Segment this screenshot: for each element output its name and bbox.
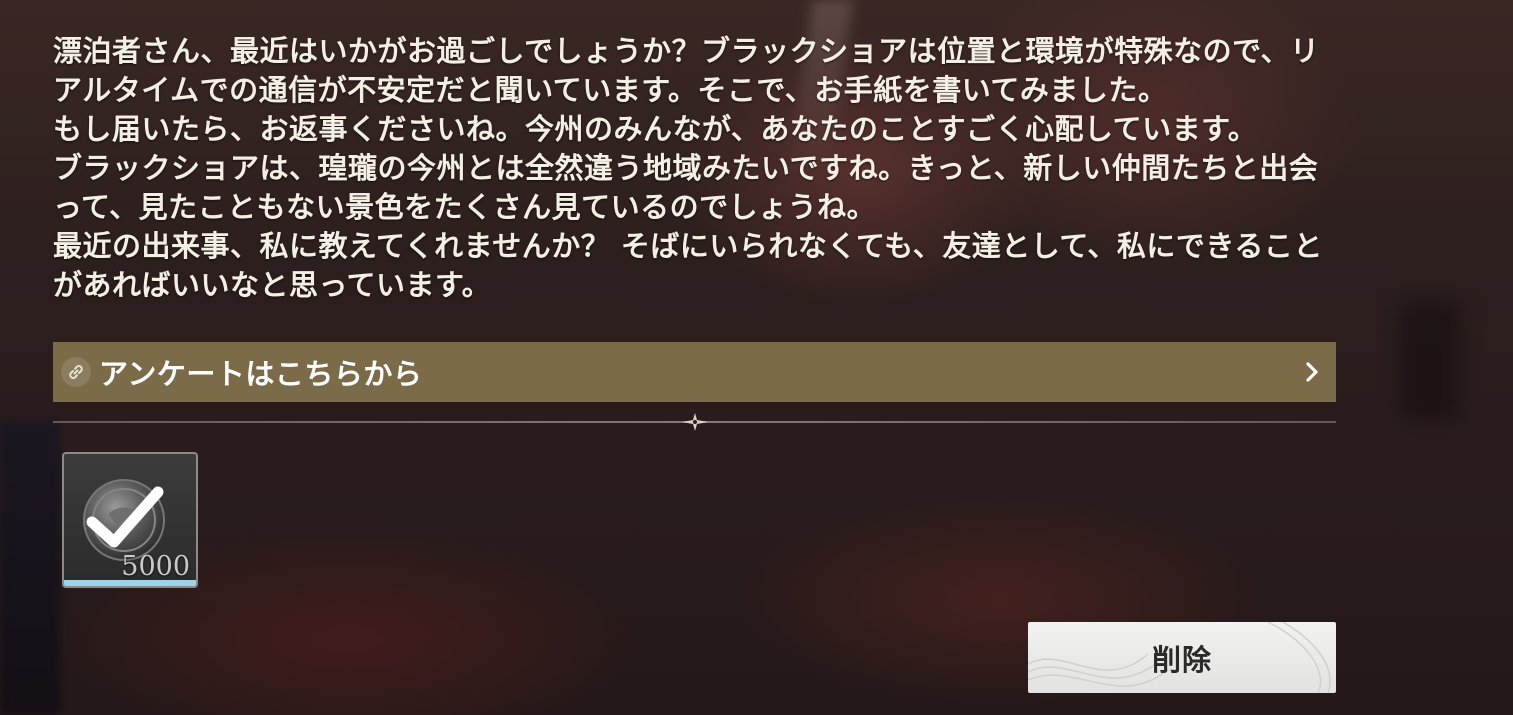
delete-button-label: 削除 bbox=[1151, 642, 1212, 677]
link-icon bbox=[61, 357, 91, 387]
reward-rarity-bar bbox=[64, 580, 196, 586]
background-character-silhouette bbox=[0, 420, 60, 715]
background-pillar bbox=[1400, 300, 1460, 420]
survey-link-button[interactable]: アンケートはこちらから bbox=[53, 342, 1336, 402]
reward-item-card[interactable]: 5000 bbox=[62, 452, 198, 588]
letter-paragraph-3: ブラックショアは、瑝瓏の今州とは全然違う地域みたいですね。きっと、新しい仲間たち… bbox=[53, 151, 1319, 224]
letter-paragraph-4: 最近の出来事、私に教えてくれませんか？ そばにいられなくても、友達として、私にで… bbox=[53, 229, 1323, 302]
letter-paragraph-1: 漂泊者さん、最近はいかがお過ごしでしょうか？ブラックショアは位置と環境が特殊なの… bbox=[53, 34, 1320, 107]
reward-quantity: 5000 bbox=[121, 551, 190, 582]
survey-link-label: アンケートはこちらから bbox=[99, 357, 423, 391]
letter-body: 漂泊者さん、最近はいかがお過ごしでしょうか？ブラックショアは位置と環境が特殊なの… bbox=[53, 32, 1343, 305]
mail-detail-screen: 漂泊者さん、最近はいかがお過ごしでしょうか？ブラックショアは位置と環境が特殊なの… bbox=[0, 0, 1513, 715]
letter-paragraph-2: もし届いたら、お返事くださいね。今州のみんなが、あなたのことすごく心配しています… bbox=[53, 112, 1258, 146]
chevron-right-icon bbox=[1306, 362, 1318, 382]
divider-star-ornament-icon bbox=[682, 413, 708, 431]
delete-button[interactable]: 削除 bbox=[1028, 622, 1336, 693]
